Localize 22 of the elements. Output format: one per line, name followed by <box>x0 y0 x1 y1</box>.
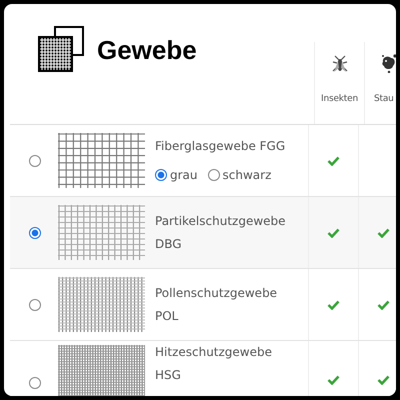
column-label: Insekten <box>321 94 358 104</box>
page-title: Gewebe <box>97 34 197 63</box>
table-row[interactable]: Hitzeschutzgewebe HSG <box>10 341 396 396</box>
product-name: Partikelschutzgewebe <box>155 214 286 228</box>
color-option[interactable]: schwarz <box>208 168 272 182</box>
column-label: Stau <box>374 94 394 104</box>
product-name: Pollenschutzgewebe <box>155 286 278 300</box>
radio-button[interactable] <box>29 377 41 389</box>
table-row[interactable]: Partikelschutzgewebe DBG <box>10 197 396 269</box>
product-name: Hitzeschutzgewebe <box>155 345 272 359</box>
product-name: POL <box>155 309 180 323</box>
product-name: Fiberglasgewebe FGG <box>155 139 286 153</box>
color-option[interactable]: grau <box>155 168 198 182</box>
table-row[interactable]: Fiberglasgewebe FGG grau schwarz <box>10 125 396 197</box>
table-row[interactable]: Pollenschutzgewebe POL <box>10 269 396 341</box>
radio-button[interactable] <box>29 154 41 166</box>
mesh-logo-icon <box>38 26 85 73</box>
product-name: DBG <box>155 237 183 251</box>
product-name: HSG <box>155 368 182 382</box>
fly-icon <box>330 53 348 73</box>
radio-button[interactable] <box>29 298 41 310</box>
radio-button[interactable] <box>29 226 41 238</box>
